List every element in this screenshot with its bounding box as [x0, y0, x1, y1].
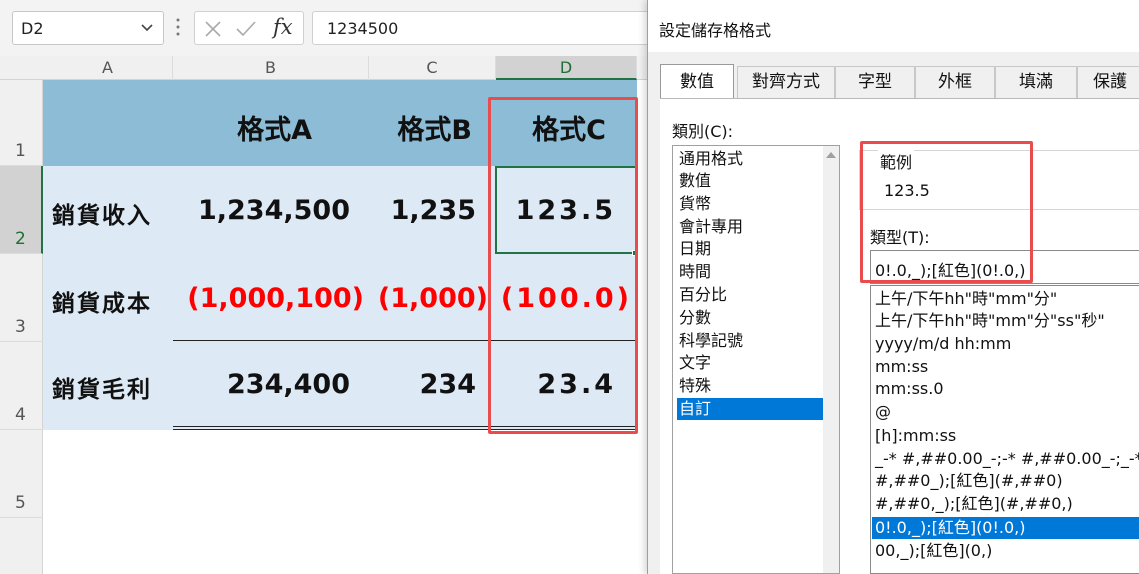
category-label: 類別(C): [672, 122, 734, 141]
tab-fill[interactable]: 填滿 [995, 66, 1077, 98]
category-number[interactable]: 數值 [677, 170, 831, 192]
category-scientific[interactable]: 科學記號 [677, 330, 831, 352]
header-format-b[interactable]: 格式B [360, 108, 472, 147]
row-headers: 1 2 3 4 5 [0, 80, 43, 574]
cost-format-b[interactable]: (1,000) [360, 283, 488, 314]
fill-handle[interactable] [632, 250, 638, 256]
category-accounting[interactable]: 會計專用 [677, 216, 831, 238]
revenue-format-a[interactable]: 1,234,500 [178, 195, 350, 226]
format-item[interactable]: mm:ss [872, 356, 1139, 378]
format-cells-dialog: 設定儲存格格式 數值 對齊方式 字型 外框 填滿 保護 類別(C): 通用格式 … [647, 0, 1139, 574]
header-format-c[interactable]: 格式C [500, 108, 606, 147]
format-item[interactable]: mm:ss.0 [872, 378, 1139, 400]
scroll-up-icon[interactable] [826, 152, 836, 158]
category-text[interactable]: 文字 [677, 352, 831, 374]
format-item[interactable]: 上午/下午hh"時"mm"分" [872, 288, 1139, 310]
type-label: 類型(T): [870, 228, 930, 247]
type-input[interactable]: 0!.0,_);[紅色](0!.0,) [870, 250, 1139, 284]
format-item[interactable]: 上午/下午hh"時"mm"分"ss"秒" [872, 310, 1139, 332]
category-currency[interactable]: 貨幣 [677, 193, 831, 215]
column-header-c[interactable]: C [369, 56, 496, 80]
row-header-1[interactable]: 1 [0, 80, 43, 166]
tab-font[interactable]: 字型 [835, 66, 915, 98]
tab-alignment[interactable]: 對齊方式 [737, 66, 835, 98]
chevron-down-icon[interactable] [141, 21, 153, 33]
format-code-list[interactable]: 上午/下午hh"時"mm"分" 上午/下午hh"時"mm"分"ss"秒" yyy… [870, 285, 1139, 574]
category-list[interactable]: 通用格式 數值 貨幣 會計專用 日期 時間 百分比 分數 科學記號 文字 特殊 … [672, 145, 840, 574]
profit-format-a[interactable]: 234,400 [178, 369, 350, 400]
active-cell-d2[interactable] [495, 166, 637, 254]
column-header-a[interactable]: A [43, 56, 173, 80]
total-border-top [173, 340, 637, 341]
category-fraction[interactable]: 分數 [677, 307, 831, 329]
dialog-title-bar[interactable]: 設定儲存格格式 [648, 0, 1139, 52]
format-item-selected[interactable]: 0!.0,_);[紅色](0!.0,) [872, 517, 1139, 539]
profit-format-b[interactable]: 234 [372, 369, 476, 400]
enter-check-icon[interactable] [235, 19, 257, 39]
row-header-3[interactable]: 3 [0, 254, 43, 342]
formula-bar: D2 fx 1234500 [0, 0, 660, 56]
row-header-4[interactable]: 4 [0, 342, 43, 430]
name-box[interactable]: D2 [12, 11, 164, 45]
formula-input[interactable]: 1234500 [312, 11, 657, 45]
row-header-5[interactable]: 5 [0, 430, 43, 518]
category-special[interactable]: 特殊 [677, 375, 831, 397]
category-percentage[interactable]: 百分比 [677, 284, 831, 306]
row-header-2[interactable]: 2 [0, 166, 43, 254]
tab-number[interactable]: 數值 [660, 64, 734, 98]
category-date[interactable]: 日期 [677, 238, 831, 260]
row-label-revenue[interactable]: 銷貨收入 [52, 196, 152, 230]
format-item[interactable]: yyyy/m/d hh:mm [872, 333, 1139, 355]
sample-label: 範例 [878, 149, 915, 173]
row-label-cost[interactable]: 銷貨成本 [52, 284, 152, 318]
column-header-d[interactable]: D [496, 56, 637, 80]
category-general[interactable]: 通用格式 [677, 148, 831, 170]
cost-format-c[interactable]: (100.0) [496, 283, 632, 314]
formula-controls: fx [194, 11, 304, 45]
revenue-format-b[interactable]: 1,235 [372, 195, 476, 226]
cancel-icon[interactable] [203, 19, 223, 39]
sample-value: 123.5 [884, 181, 930, 200]
formula-value: 1234500 [327, 19, 399, 38]
tab-protection[interactable]: 保護 [1077, 66, 1139, 98]
row-label-gross-profit[interactable]: 銷貨毛利 [52, 370, 152, 404]
header-format-a[interactable]: 格式A [180, 108, 312, 147]
category-scrollbar[interactable] [823, 146, 839, 573]
spreadsheet-grid: A B C D 1 2 3 4 5 格式A 格式B 格式C 銷貨收入 1,234… [0, 56, 660, 574]
type-input-value: 0!.0,_);[紅色](0!.0,) [875, 261, 1026, 280]
total-border-bottom-2 [173, 429, 637, 430]
sample-group: 範例 123.5 [859, 149, 1139, 210]
format-item[interactable]: 00,_);[紅色](0,) [872, 540, 1139, 562]
tab-border[interactable]: 外框 [915, 66, 995, 98]
insert-function-icon[interactable]: fx [273, 15, 293, 39]
format-item[interactable]: @ [872, 401, 1139, 423]
column-headers: A B C D [0, 56, 660, 80]
profit-format-c[interactable]: 23.4 [498, 369, 616, 400]
format-item[interactable]: #,##0_);[紅色](#,##0) [872, 470, 1139, 492]
total-border-bottom-1 [173, 426, 637, 427]
column-header-b[interactable]: B [173, 56, 369, 80]
category-custom[interactable]: 自訂 [677, 398, 831, 420]
dialog-title: 設定儲存格格式 [659, 21, 772, 40]
cost-format-a[interactable]: (1,000,100) [172, 283, 364, 314]
format-item[interactable]: #,##0,_);[紅色](#,##0,) [872, 493, 1139, 515]
name-box-value: D2 [21, 19, 44, 38]
format-item[interactable]: [h]:mm:ss [872, 425, 1139, 447]
more-options-icon[interactable] [176, 16, 180, 38]
format-item[interactable]: _-* #,##0.00_-;-* #,##0.00_-;_-* - [872, 448, 1139, 470]
category-time[interactable]: 時間 [677, 261, 831, 283]
